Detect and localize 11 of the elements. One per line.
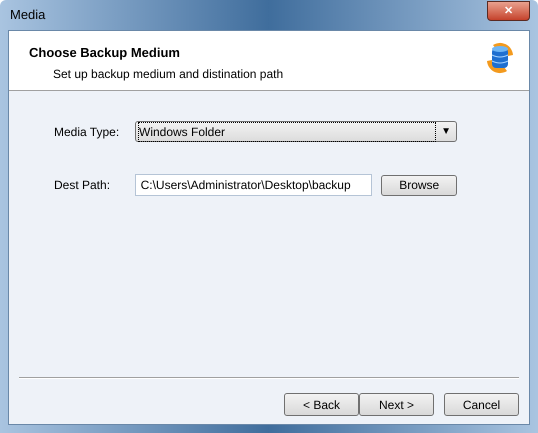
wizard-button[interactable]: < Back bbox=[284, 393, 359, 416]
wizard-button[interactable]: Cancel bbox=[444, 393, 519, 416]
browse-button[interactable]: Browse bbox=[381, 174, 457, 196]
media-type-label: Media Type: bbox=[54, 124, 120, 140]
header-subtitle: Set up backup medium and distination path bbox=[53, 66, 284, 82]
window-title: Media bbox=[10, 6, 46, 24]
dest-path-field[interactable]: C:\Users\Administrator\Desktop\backup bbox=[134, 174, 372, 196]
dest-path-label: Dest Path: bbox=[54, 177, 112, 194]
media-type-dropdown[interactable]: Windows Folder ▼ bbox=[135, 121, 457, 142]
wizard-button[interactable]: Next > bbox=[359, 393, 434, 416]
header-title: Choose Backup Medium bbox=[29, 44, 181, 62]
